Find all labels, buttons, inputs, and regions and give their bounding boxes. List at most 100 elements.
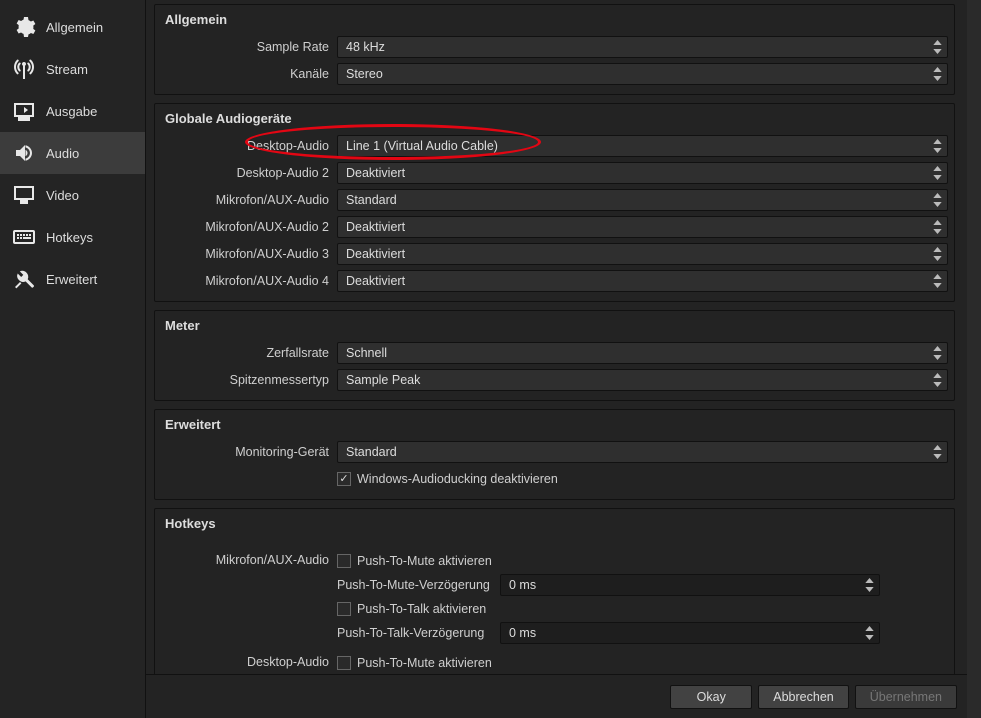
spitzenmessertyp-dropdown[interactable]: Sample Peak: [337, 369, 948, 391]
spinner-icon: [929, 344, 945, 362]
settings-scroll[interactable]: Allgemein Sample Rate 48 kHz Kanäle St: [146, 0, 967, 674]
keyboard-icon: [12, 225, 36, 249]
sidebar-item-label: Stream: [46, 62, 88, 77]
settings-sidebar: Allgemein Stream Ausgabe Audio Video: [0, 0, 146, 718]
ptm-desktop-checkbox[interactable]: [337, 656, 351, 670]
ptm-label: Push-To-Mute aktivieren: [357, 554, 492, 568]
spinner-icon: [929, 371, 945, 389]
zerfallsrate-label: Zerfallsrate: [155, 346, 337, 360]
dialog-button-bar: Okay Abbrechen Übernehmen: [146, 674, 967, 718]
spinner-icon: [929, 272, 945, 290]
section-hotkeys: Hotkeys Mikrofon/AUX-Audio Push-To-Mute …: [154, 508, 955, 674]
ptm-desktop-label: Push-To-Mute aktivieren: [357, 656, 492, 670]
zerfallsrate-dropdown[interactable]: Schnell: [337, 342, 948, 364]
ptt-delay-field[interactable]: 0 ms: [500, 622, 880, 644]
section-title: Erweitert: [155, 410, 954, 439]
sidebar-item-label: Video: [46, 188, 79, 203]
monitoring-label: Monitoring-Gerät: [155, 445, 337, 459]
sidebar-item-video[interactable]: Video: [0, 174, 145, 216]
ptm-checkbox[interactable]: [337, 554, 351, 568]
speaker-icon: [12, 141, 36, 165]
desktop-audio-2-dropdown[interactable]: Deaktiviert: [337, 162, 948, 184]
spinner-icon: [929, 218, 945, 236]
mikrofon-aux-2-dropdown[interactable]: Deaktiviert: [337, 216, 948, 238]
spinner-icon: [929, 38, 945, 56]
sidebar-item-label: Hotkeys: [46, 230, 93, 245]
section-title: Globale Audiogeräte: [155, 104, 954, 133]
ptm-delay-field[interactable]: 0 ms: [500, 574, 880, 596]
section-allgemein: Allgemein Sample Rate 48 kHz Kanäle St: [154, 4, 955, 95]
sidebar-item-ausgabe[interactable]: Ausgabe: [0, 90, 145, 132]
ptt-delay-label: Push-To-Talk-Verzögerung: [337, 626, 492, 640]
spinner-icon: [929, 164, 945, 182]
dropdown-value: Schnell: [346, 346, 387, 360]
ok-button[interactable]: Okay: [670, 685, 752, 709]
section-title: Hotkeys: [155, 509, 954, 538]
mikrofon-aux-4-label: Mikrofon/AUX-Audio 4: [155, 274, 337, 288]
tools-icon: [12, 267, 36, 291]
dropdown-value: Deaktiviert: [346, 274, 405, 288]
spitzenmessertyp-label: Spitzenmessertyp: [155, 373, 337, 387]
gear-icon: [12, 15, 36, 39]
dropdown-value: Standard: [346, 445, 397, 459]
settings-window: Allgemein Stream Ausgabe Audio Video: [0, 0, 981, 718]
monitoring-dropdown[interactable]: Standard: [337, 441, 948, 463]
mikrofon-aux-3-dropdown[interactable]: Deaktiviert: [337, 243, 948, 265]
mikrofon-aux-label: Mikrofon/AUX-Audio: [155, 193, 337, 207]
ptm-delay-label: Push-To-Mute-Verzögerung: [337, 578, 492, 592]
sidebar-item-label: Erweitert: [46, 272, 97, 287]
dropdown-value: Sample Peak: [346, 373, 420, 387]
field-value: 0 ms: [509, 578, 536, 592]
sidebar-item-stream[interactable]: Stream: [0, 48, 145, 90]
audioducking-label: Windows-Audioducking deaktivieren: [357, 472, 558, 486]
output-icon: [12, 99, 36, 123]
sample-rate-dropdown[interactable]: 48 kHz: [337, 36, 948, 58]
spinner-icon: [929, 137, 945, 155]
spinner-icon: [929, 245, 945, 263]
mikrofon-aux-dropdown[interactable]: Standard: [337, 189, 948, 211]
spinner-icon: [929, 65, 945, 83]
mikrofon-aux-2-label: Mikrofon/AUX-Audio 2: [155, 220, 337, 234]
dropdown-value: 48 kHz: [346, 40, 385, 54]
spinner-icon: [929, 443, 945, 461]
section-erweitert: Erweitert Monitoring-Gerät Standard Wind…: [154, 409, 955, 500]
desktop-audio-label: Desktop-Audio: [155, 139, 337, 153]
spinner-icon[interactable]: [861, 576, 877, 594]
mikrofon-aux-3-label: Mikrofon/AUX-Audio 3: [155, 247, 337, 261]
section-title: Allgemein: [155, 5, 954, 34]
right-edge: [967, 0, 981, 718]
sidebar-item-label: Audio: [46, 146, 79, 161]
audioducking-checkbox[interactable]: [337, 472, 351, 486]
sidebar-item-audio[interactable]: Audio: [0, 132, 145, 174]
dropdown-value: Standard: [346, 193, 397, 207]
spinner-icon[interactable]: [861, 624, 877, 642]
mikrofon-aux-4-dropdown[interactable]: Deaktiviert: [337, 270, 948, 292]
field-value: 0 ms: [509, 626, 536, 640]
sample-rate-label: Sample Rate: [155, 40, 337, 54]
dropdown-value: Stereo: [346, 67, 383, 81]
dropdown-value: Deaktiviert: [346, 166, 405, 180]
spinner-icon: [929, 191, 945, 209]
monitor-icon: [12, 183, 36, 207]
desktop-audio-2-label: Desktop-Audio 2: [155, 166, 337, 180]
hotkeys-mic-label: Mikrofon/AUX-Audio: [155, 550, 337, 646]
sidebar-item-hotkeys[interactable]: Hotkeys: [0, 216, 145, 258]
ptt-label: Push-To-Talk aktivieren: [357, 602, 486, 616]
sidebar-item-label: Allgemein: [46, 20, 103, 35]
kanaele-label: Kanäle: [155, 67, 337, 81]
sidebar-item-erweitert[interactable]: Erweitert: [0, 258, 145, 300]
dropdown-value: Line 1 (Virtual Audio Cable): [346, 139, 498, 153]
antenna-icon: [12, 57, 36, 81]
ptt-checkbox[interactable]: [337, 602, 351, 616]
sidebar-item-label: Ausgabe: [46, 104, 97, 119]
settings-main: Allgemein Sample Rate 48 kHz Kanäle St: [146, 0, 967, 718]
sidebar-item-allgemein[interactable]: Allgemein: [0, 6, 145, 48]
dropdown-value: Deaktiviert: [346, 220, 405, 234]
kanaele-dropdown[interactable]: Stereo: [337, 63, 948, 85]
section-title: Meter: [155, 311, 954, 340]
section-meter: Meter Zerfallsrate Schnell Spitzenmesser…: [154, 310, 955, 401]
cancel-button[interactable]: Abbrechen: [758, 685, 848, 709]
apply-button[interactable]: Übernehmen: [855, 685, 957, 709]
dropdown-value: Deaktiviert: [346, 247, 405, 261]
desktop-audio-dropdown[interactable]: Line 1 (Virtual Audio Cable): [337, 135, 948, 157]
